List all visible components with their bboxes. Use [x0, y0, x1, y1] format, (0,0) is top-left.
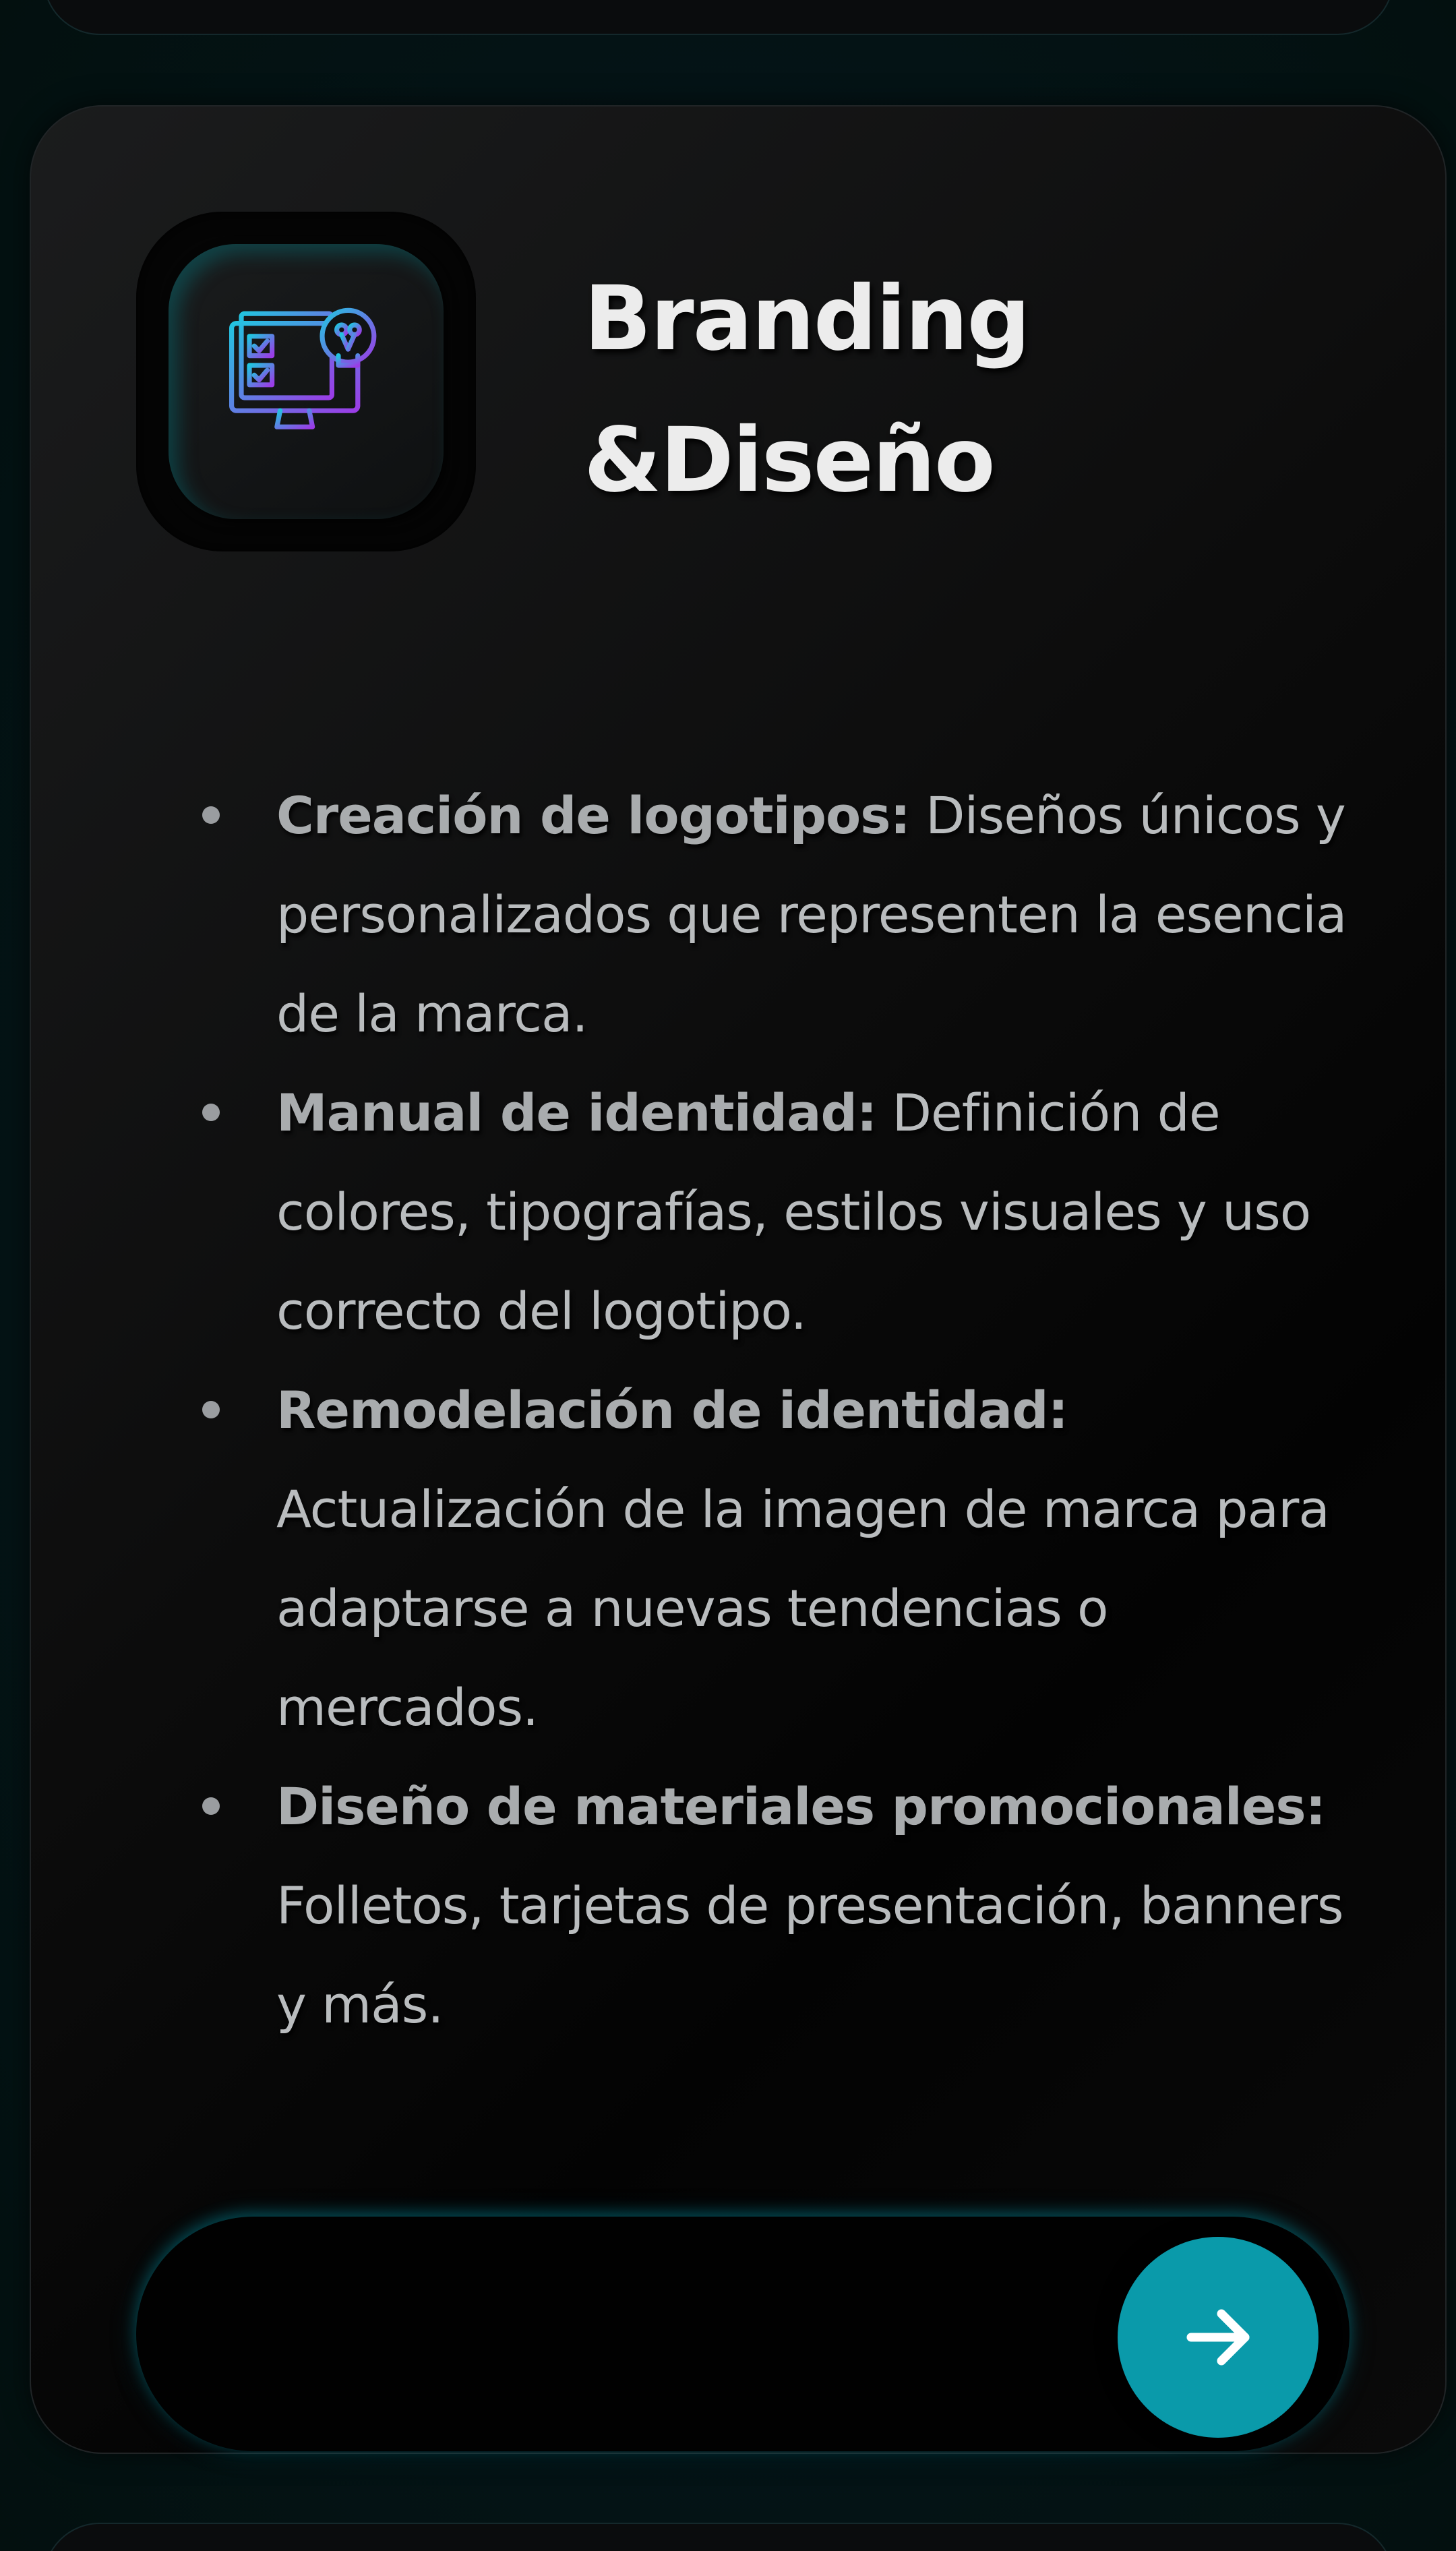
bullet-icon [202, 1401, 220, 1418]
previous-service-card [43, 0, 1394, 35]
list-item: Remodelación de identidad: Actualización… [202, 1360, 1382, 1757]
bullet-icon [202, 1797, 220, 1815]
arrow-right-button[interactable] [1118, 2237, 1318, 2438]
title-line-2: &Diseño [584, 409, 996, 512]
feature-term: Manual de identidad: [276, 1083, 877, 1143]
arrow-right-icon [1186, 2309, 1250, 2366]
feature-description: Actualización de la imagen de marca para… [276, 1479, 1330, 1737]
bullet-icon [202, 806, 220, 824]
bullet-icon [202, 1104, 220, 1121]
service-title: Branding &Diseño [584, 248, 1190, 531]
feature-term: Diseño de materiales promocionales: [276, 1776, 1326, 1836]
feature-term: Creación de logotipos: [276, 785, 911, 845]
feature-term: Remodelación de identidad: [276, 1380, 1068, 1440]
title-line-1: Branding [584, 267, 1031, 371]
branding-design-monitor-icon [229, 307, 377, 433]
service-feature-list: Creación de logotipos: Diseños únicos y … [202, 766, 1382, 2054]
service-card-branding: Branding &Diseño Creación de logotipos: D… [30, 105, 1447, 2454]
page: Branding &Diseño Creación de logotipos: D… [0, 0, 1456, 2551]
list-item: Diseño de materiales promocionales: Foll… [202, 1757, 1382, 2054]
list-item: Creación de logotipos: Diseños únicos y … [202, 766, 1382, 1063]
list-item: Manual de identidad: Definición de color… [202, 1063, 1382, 1360]
card-action-bar [136, 2217, 1349, 2451]
service-icon-frame [136, 212, 476, 551]
service-icon-tile [169, 244, 444, 519]
next-service-card [43, 2523, 1394, 2551]
feature-description: Folletos, tarjetas de presentación, bann… [276, 1875, 1344, 2035]
